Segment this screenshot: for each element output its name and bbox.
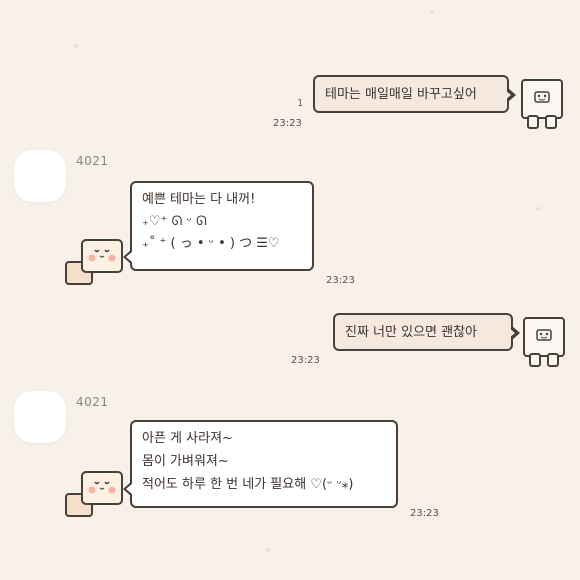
message-time: 23:23 — [410, 508, 439, 519]
my-message-bubble[interactable]: 테마는 매일매일 바꾸고싶어 — [313, 75, 509, 113]
message-time: 23:23 — [291, 355, 320, 366]
message-text: 몸이 가벼워져~ — [142, 453, 229, 469]
message-time: 23:23 — [326, 275, 355, 286]
background-dot — [266, 548, 270, 552]
background-dot — [536, 207, 540, 211]
avatar[interactable] — [14, 150, 66, 202]
message-text: 적어도 하루 한 번 네가 필요해 ♡(ᵕ ᵕ⁎) — [142, 476, 354, 492]
message-time: 23:23 — [273, 118, 302, 129]
square-bear-icon — [523, 317, 565, 367]
cheek-blush-bear-icon — [65, 239, 123, 285]
message-text: ₊˚ ⁺ ( っ • ᵕ • ) ͏つ ☰♡ — [142, 236, 280, 252]
unread-count: 1 — [297, 98, 304, 109]
message-text: 아픈 게 사라져~ — [142, 431, 233, 446]
avatar[interactable] — [14, 391, 66, 443]
their-message-bubble[interactable]: 예쁜 테마는 다 내꺼! ₊♡⁺ ᘏ ᵕ ᘏ ₊˚ ⁺ ( っ • ᵕ • ) … — [130, 181, 314, 271]
cheek-blush-bear-icon — [65, 471, 123, 517]
square-bear-icon — [521, 79, 563, 129]
message-text: 테마는 매일매일 바꾸고싶어 — [325, 87, 477, 102]
message-text: 예쁜 테마는 다 내꺼! — [142, 192, 256, 207]
their-message-bubble[interactable]: 아픈 게 사라져~ 몸이 가벼워져~ 적어도 하루 한 번 네가 필요해 ♡(ᵕ… — [130, 420, 398, 508]
sender-name: 4021 — [76, 154, 109, 168]
background-dot — [74, 44, 78, 48]
chat-screen: 1 23:23 테마는 매일매일 바꾸고싶어 4021 예쁜 테마는 다 내꺼!… — [0, 0, 580, 580]
sender-name: 4021 — [76, 395, 109, 409]
background-dot — [430, 10, 434, 14]
my-message-bubble[interactable]: 진짜 너만 있으면 괜찮아 — [333, 313, 513, 351]
message-text: ₊♡⁺ ᘏ ᵕ ᘏ — [142, 214, 207, 230]
bubble-tail — [505, 88, 516, 102]
message-text: 진짜 너만 있으면 괜찮아 — [345, 325, 477, 340]
bubble-tail — [509, 326, 520, 340]
